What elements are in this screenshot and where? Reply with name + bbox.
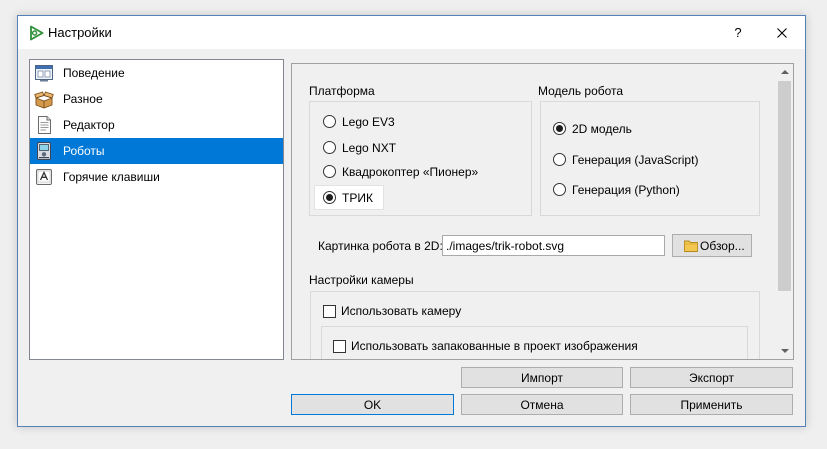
radio-button[interactable] [553,122,566,135]
misc-box-icon [34,91,54,109]
robot-model-group: 2D модель Генерация (JavaScript) Генерац… [540,101,760,216]
sidebar-item-label: Поведение [63,66,125,80]
radio-button[interactable] [553,153,566,166]
ok-button[interactable]: OK [291,394,454,415]
sidebar-item-label: Разное [63,92,103,106]
sidebar-item-label: Редактор [63,118,115,132]
close-button[interactable] [758,16,805,49]
window-title: Настройки [48,25,112,40]
platform-group-title: Платформа [309,84,375,98]
radio-option-lego-ev3[interactable]: Lego EV3 [314,109,406,134]
radio-option-lego-nxt[interactable]: Lego NXT [314,135,407,160]
settings-category-list[interactable]: Поведение Разное Редактор Роботы Горячие… [29,59,284,360]
radio-button[interactable] [323,191,336,204]
use-camera-option[interactable]: Использовать камеру [323,304,461,318]
radio-button[interactable] [553,183,566,196]
use-packed-images-option[interactable]: Использовать запакованные в проект изобр… [333,339,638,353]
radio-label: Квадрокоптер «Пионер» [342,164,479,179]
sidebar-item-label: Роботы [63,144,105,158]
radio-option-generation-javascript[interactable]: Генерация (JavaScript) [544,147,709,172]
app-logo-icon [27,24,45,42]
cancel-button[interactable]: Отмена [461,394,623,415]
radio-option-2d-model[interactable]: 2D модель [544,116,643,141]
use-packed-images-label: Использовать запакованные в проект изобр… [351,339,638,353]
radio-label: 2D модель [572,121,632,136]
robots-settings-page: Платформа Lego EV3 Lego NXT Квадрокоптер… [292,64,776,359]
behaviour-icon [35,65,53,82]
folder-icon [684,240,698,252]
use-camera-label: Использовать камеру [341,304,462,318]
robot-icon [37,142,51,160]
sidebar-item-behaviour[interactable]: Поведение [30,60,283,86]
apply-button[interactable]: Применить [630,394,793,415]
scrollbar-thumb[interactable] [778,81,791,291]
sidebar-item-robots[interactable]: Роботы [30,138,283,164]
browse-button-label: Обзор... [700,238,745,253]
title-bar[interactable]: Настройки ? [18,16,805,49]
radio-label: Lego EV3 [342,114,395,129]
editor-document-icon [38,116,51,134]
radio-option-generation-python[interactable]: Генерация (Python) [544,177,691,202]
vertical-scrollbar[interactable] [776,64,793,359]
export-button[interactable]: Экспорт [630,367,793,388]
sidebar-item-misc[interactable]: Разное [30,86,283,112]
platform-group: Lego EV3 Lego NXT Квадрокоптер «Пионер» … [309,101,532,216]
robot-model-group-title: Модель робота [538,84,624,98]
radio-option-pioneer-quadcopter[interactable]: Квадрокоптер «Пионер» [314,159,489,184]
radio-label: Lego NXT [342,140,397,155]
import-button[interactable]: Импорт [461,367,623,388]
radio-label: Генерация (JavaScript) [572,152,699,167]
sidebar-item-editor[interactable]: Редактор [30,112,283,138]
radio-label: Генерация (Python) [572,182,680,197]
close-icon [776,27,787,38]
camera-settings-title: Настройки камеры [309,273,414,287]
use-camera-checkbox[interactable] [323,304,336,318]
use-packed-images-checkbox[interactable] [333,339,346,353]
radio-button[interactable] [323,115,336,128]
scroll-down-arrow-icon[interactable] [776,342,793,359]
sidebar-item-hotkeys[interactable]: Горячие клавиши [30,164,283,190]
help-button[interactable]: ? [723,16,753,49]
scroll-up-arrow-icon[interactable] [776,64,793,81]
radio-option-trik[interactable]: ТРИК [314,185,384,210]
hotkeys-key-icon [36,169,52,185]
packed-images-group: Использовать запакованные в проект изобр… [321,326,748,359]
settings-dialog: Настройки ? Поведение Разное Редактор Ро… [17,15,806,427]
radio-button[interactable] [323,165,336,178]
browse-button[interactable]: Обзор... [672,234,752,257]
sidebar-item-label: Горячие клавиши [63,170,160,184]
settings-scroll-area[interactable]: Платформа Lego EV3 Lego NXT Квадрокоптер… [291,63,794,360]
camera-settings-group: Использовать камеру Использовать запаков… [310,291,760,359]
robot-image-label: Картинка робота в 2D: [318,239,443,253]
robot-image-path-input[interactable] [442,235,665,256]
radio-label: ТРИК [342,190,373,205]
radio-button[interactable] [323,141,336,154]
